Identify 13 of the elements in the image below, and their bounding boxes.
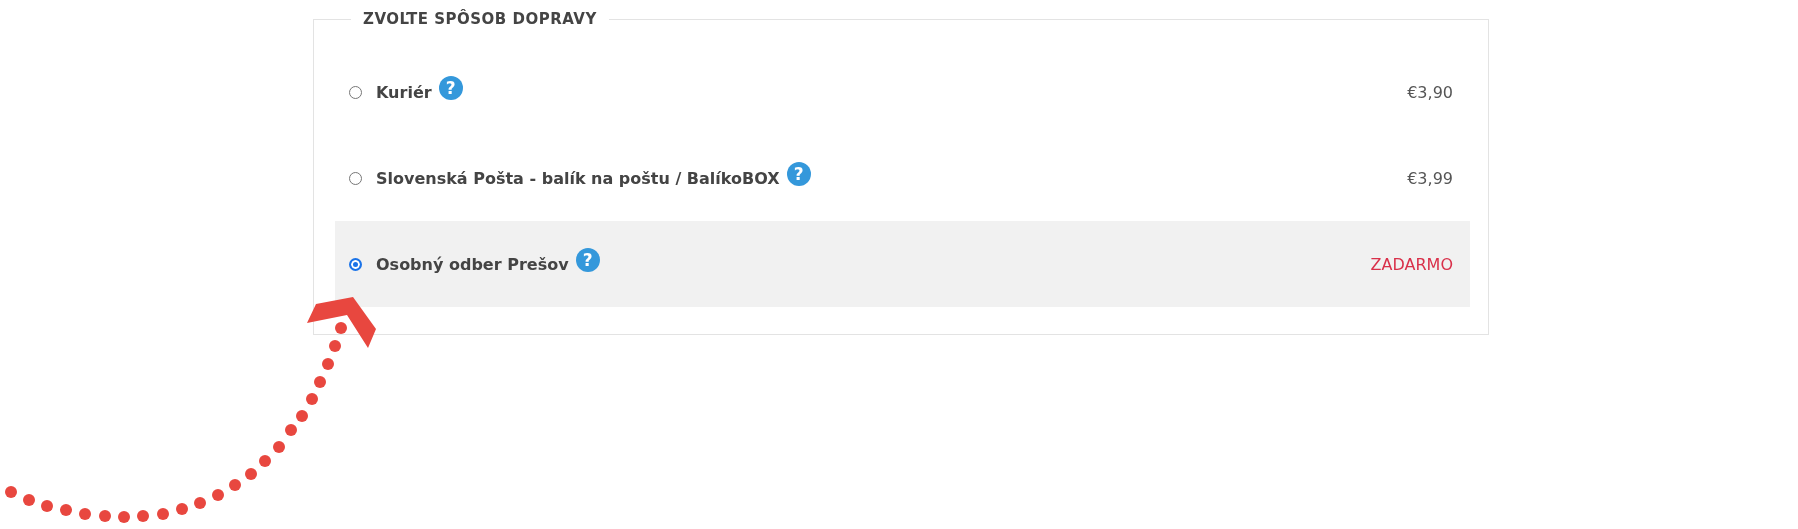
- price-text: €3,90: [1407, 82, 1453, 102]
- shipping-option[interactable]: Slovenská Pošta - balík na poštu / BalíkoBOX ? €3,99: [335, 135, 1470, 221]
- radio-button[interactable]: [349, 171, 362, 185]
- shipping-option[interactable]: Kuriér ? €3,90: [335, 49, 1470, 135]
- option-label: Osobný odber Prešov: [376, 254, 569, 274]
- section-title: ZVOĽTE SPÔSOB DOPRAVY: [362, 10, 598, 28]
- shipping-option[interactable]: Osobný odber Prešov ? ZADARMO: [335, 221, 1470, 307]
- option-label: Slovenská Pošta - balík na poštu / BalíkoBOX: [376, 168, 780, 188]
- radio-button[interactable]: [349, 257, 362, 271]
- price-text: ZADARMO: [1370, 254, 1453, 274]
- radio-button[interactable]: [349, 85, 362, 99]
- price-text: €3,99: [1407, 168, 1453, 188]
- option-label: Kuriér: [376, 82, 432, 102]
